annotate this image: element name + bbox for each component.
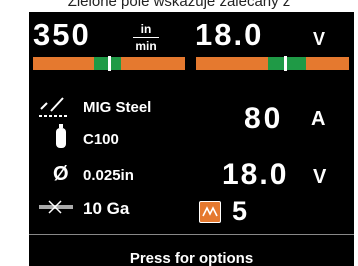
diameter-icon: Ø: [53, 163, 69, 185]
wire-diameter-label: 0.025in: [83, 167, 134, 184]
voltage-bar: [196, 56, 349, 71]
voltage-setpoint-value: 18.0: [195, 17, 264, 52]
recommended-zone: [267, 57, 307, 70]
voltage-setpoint-unit: V: [313, 29, 326, 49]
wire-feed-speed-value: 350: [33, 17, 91, 52]
current-marker: [108, 56, 111, 71]
current-marker: [283, 56, 287, 71]
caption-text: Zielone pole wskazuje zalecany z: [67, 0, 291, 10]
unit-denominator: min: [135, 39, 157, 53]
welder-display: 350 in min 18.0 V MIG Steel C100 Ø 0.025…: [29, 12, 354, 266]
weld-torch-icon: [39, 97, 69, 117]
gas-label: C100: [83, 131, 119, 148]
footer-divider: [29, 234, 354, 235]
wire-feed-speed-unit: in min: [133, 23, 159, 52]
process-label: MIG Steel: [83, 99, 152, 116]
amperage-unit: A: [311, 108, 326, 130]
options-button[interactable]: Press for options: [29, 250, 354, 266]
amperage-value: 80: [244, 102, 284, 135]
pinch-glyph: [202, 206, 218, 217]
unit-numerator: in: [140, 22, 152, 36]
pinch-icon[interactable]: [199, 201, 221, 223]
thickness-label: 10 Ga: [83, 199, 130, 218]
voltage-value: 18.0: [222, 158, 289, 191]
pinch-value[interactable]: 5: [232, 198, 250, 225]
material-thickness-icon: [39, 200, 73, 214]
wire-feed-speed-bar: [33, 56, 185, 71]
gas-cylinder-icon: [56, 124, 66, 148]
unit-fraction-line: [133, 37, 159, 38]
voltage-unit: V: [313, 166, 327, 188]
